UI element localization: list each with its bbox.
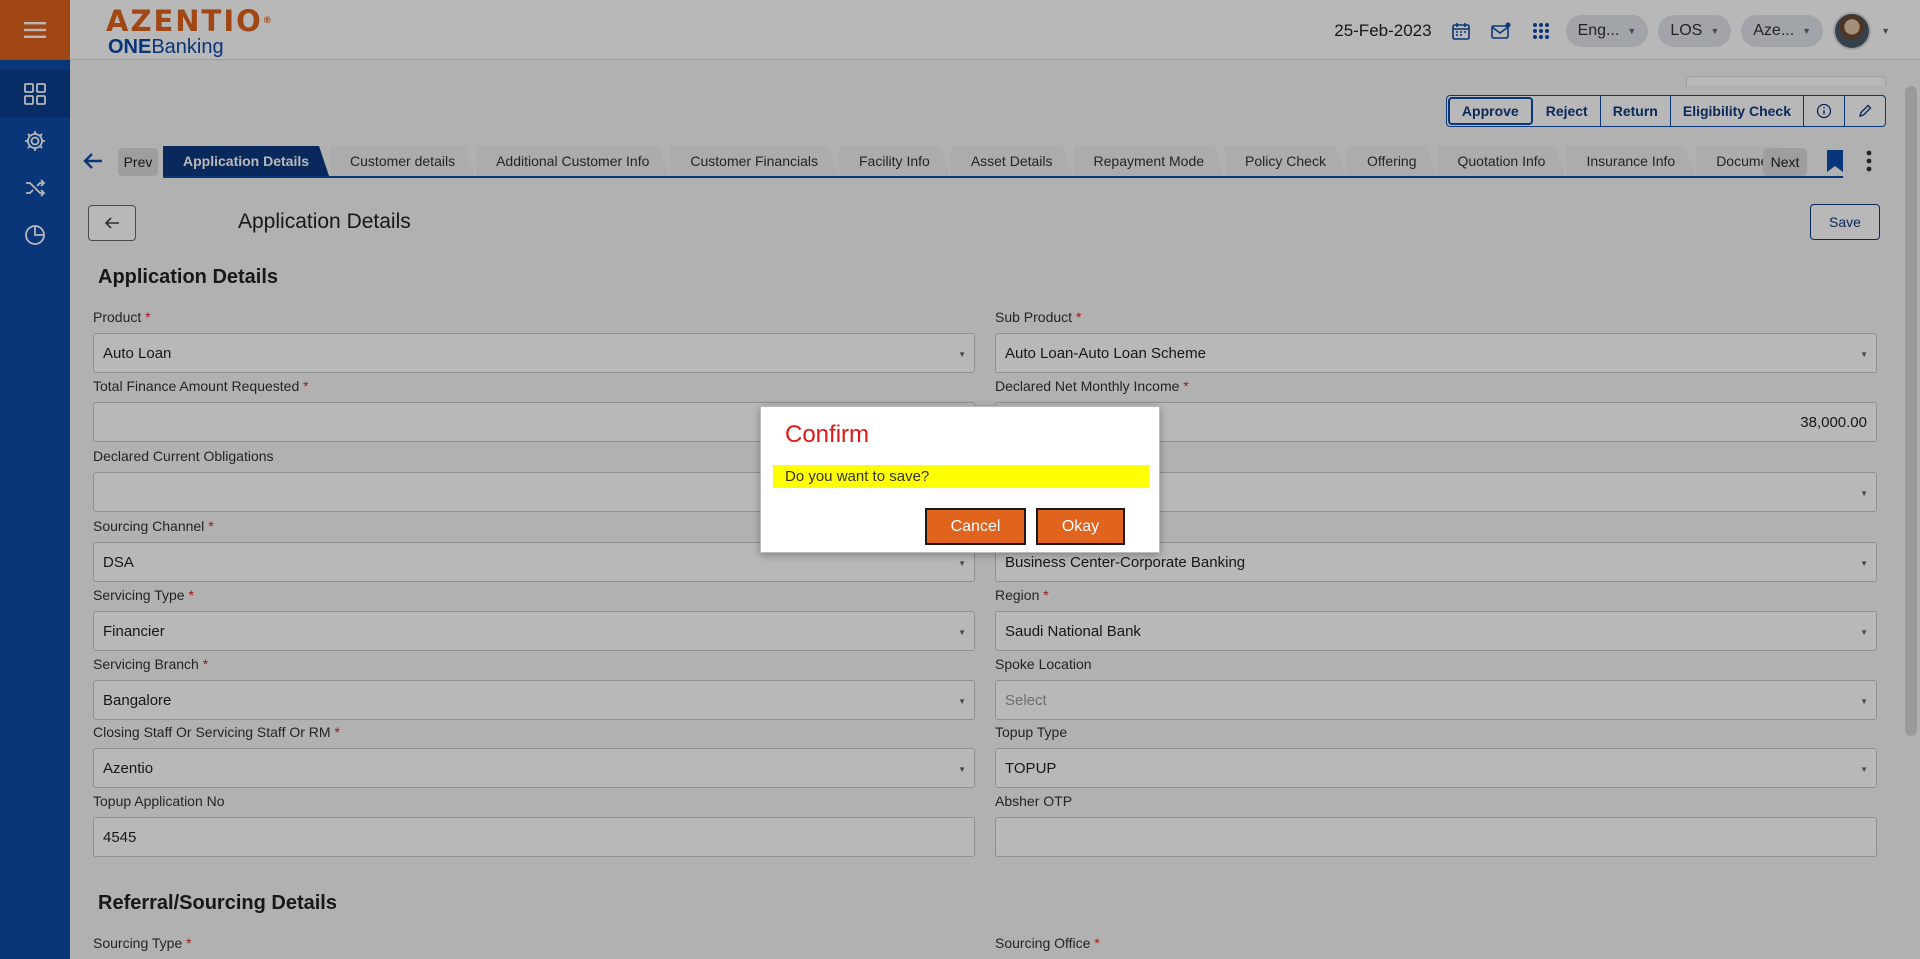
cancel-button[interactable]: Cancel — [925, 508, 1026, 545]
dialog-message: Do you want to save? — [773, 465, 1149, 488]
okay-button[interactable]: Okay — [1036, 508, 1125, 545]
dialog-title: Confirm — [785, 421, 870, 448]
confirm-dialog: Confirm Do you want to save? Cancel Okay — [760, 406, 1160, 553]
